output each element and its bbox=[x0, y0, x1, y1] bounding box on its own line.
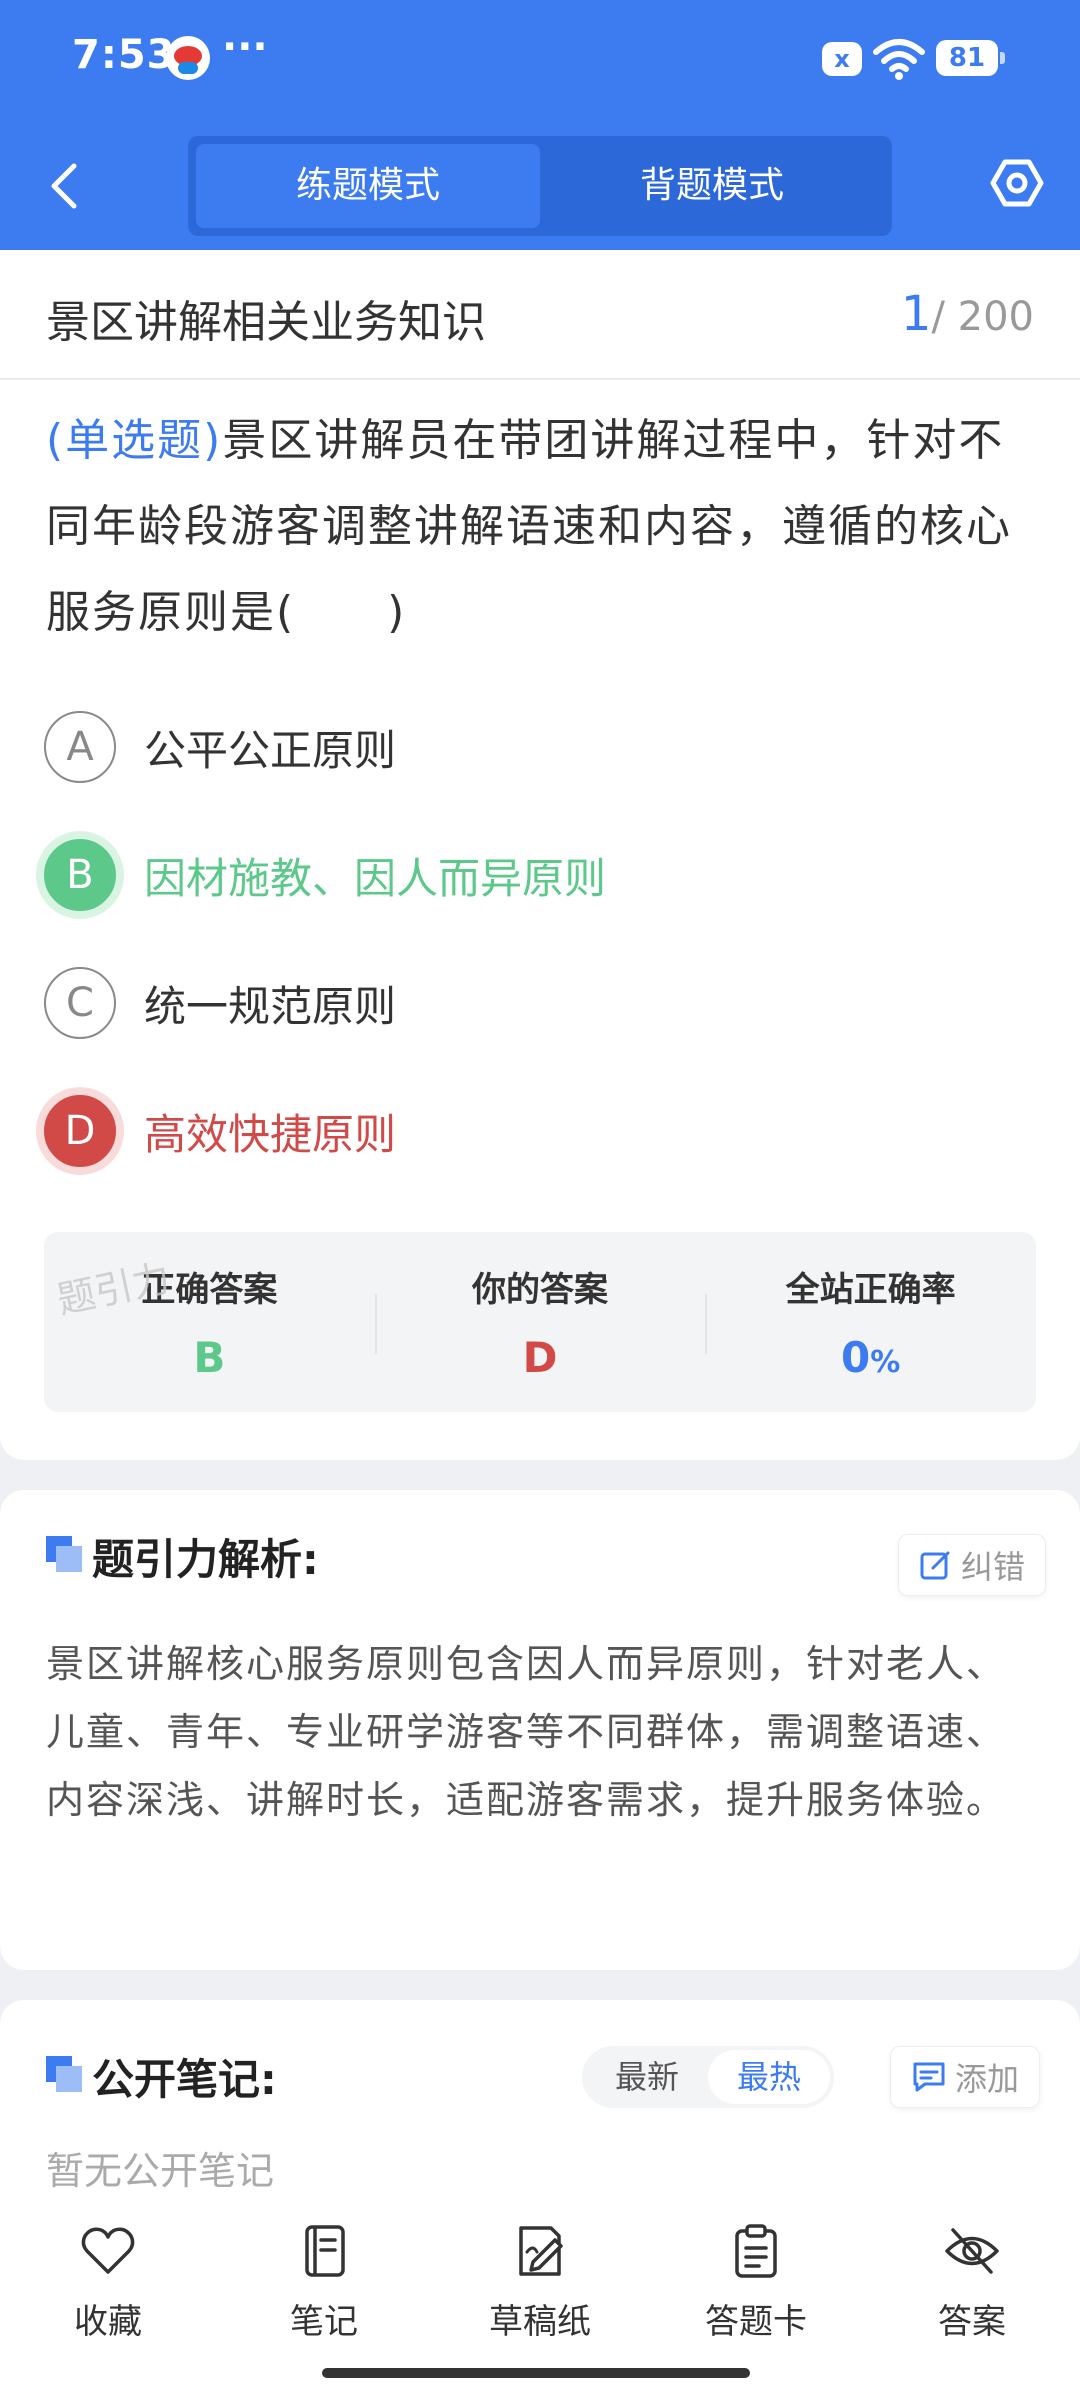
site-accuracy-number: 0 bbox=[841, 1333, 871, 1382]
status-time: 7:53 bbox=[72, 32, 176, 78]
option-text: 统一规范原则 bbox=[144, 981, 397, 1031]
mute-icon: x bbox=[822, 42, 862, 76]
option-text: 因材施教、因人而异原则 bbox=[144, 853, 607, 903]
clipboard-icon bbox=[735, 2224, 777, 2278]
eye-off-icon bbox=[945, 2228, 999, 2274]
notes-label: 笔记 bbox=[290, 2302, 358, 2342]
your-answer: 你的答案 D bbox=[374, 1232, 706, 1412]
status-bar: 7:53 ··· x 81 bbox=[0, 0, 1080, 120]
home-indicator[interactable] bbox=[322, 2368, 750, 2378]
answer-toggle-label: 答案 bbox=[938, 2302, 1006, 2342]
question-type: (单选题) bbox=[46, 415, 223, 466]
sort-hottest[interactable]: 最热 bbox=[708, 2050, 830, 2104]
option-b[interactable]: B 因材施教、因人而异原则 bbox=[44, 838, 944, 912]
option-letter: A bbox=[44, 711, 116, 783]
site-accuracy-unit: % bbox=[870, 1345, 901, 1380]
option-text: 高效快捷原则 bbox=[144, 1109, 397, 1159]
analysis-card: 题引力解析: 纠错 景区讲解核心服务原则包含因人而异原则，针对老人、儿童、青年、… bbox=[0, 1490, 1080, 1970]
back-button[interactable] bbox=[40, 158, 88, 214]
correct-answer-value: B bbox=[193, 1333, 226, 1382]
report-error-button[interactable]: 纠错 bbox=[898, 1534, 1047, 1596]
wifi-icon bbox=[872, 36, 926, 84]
section-squares-icon bbox=[46, 1536, 82, 1572]
option-text: 公平公正原则 bbox=[144, 725, 397, 775]
practice-mode-tab[interactable]: 练题模式 bbox=[196, 144, 540, 228]
site-accuracy-label: 全站正确率 bbox=[785, 1270, 956, 1310]
question-text: (单选题)景区讲解员在带团讲解过程中，针对不同年龄段游客调整讲解语速和内容，遵循… bbox=[46, 398, 1036, 656]
site-accuracy-value: 0% bbox=[705, 1333, 1036, 1382]
answer-toggle-tab[interactable]: 答案 bbox=[864, 2200, 1080, 2400]
mode-toggle: 练题模式 背题模式 bbox=[188, 136, 892, 236]
heart-icon bbox=[81, 2227, 135, 2274]
more-notifications-icon: ··· bbox=[222, 24, 268, 70]
battery-icon: 81 bbox=[936, 40, 1005, 76]
progress-total: / 200 bbox=[931, 294, 1034, 340]
your-answer-value: D bbox=[522, 1333, 558, 1382]
site-accuracy: 全站正确率 0% bbox=[705, 1232, 1036, 1412]
analysis-text: 景区讲解核心服务原则包含因人而异原则，针对老人、儿童、青年、专业研学游客等不同群… bbox=[46, 1642, 1007, 1822]
report-error-label: 纠错 bbox=[961, 1548, 1026, 1586]
correct-answer: 正确答案 B bbox=[44, 1232, 375, 1412]
edit-icon bbox=[920, 1551, 950, 1580]
section-squares-icon bbox=[46, 2056, 82, 2092]
favorite-tab[interactable]: 收藏 bbox=[0, 2200, 216, 2400]
empty-notes-text: 暂无公开笔记 bbox=[46, 2149, 275, 2193]
answer-card-label: 答题卡 bbox=[705, 2302, 807, 2342]
app-header: 7:53 ··· x 81 练题模式 背题模式 bbox=[0, 0, 1080, 250]
section-title: 景区讲解相关业务知识 bbox=[46, 297, 486, 348]
option-letter: D bbox=[44, 1095, 116, 1167]
option-letter: C bbox=[44, 967, 116, 1039]
question-progress: 1/ 200 bbox=[901, 286, 1034, 342]
draft-label: 草稿纸 bbox=[489, 2302, 591, 2342]
progress-current: 1 bbox=[900, 286, 932, 342]
answer-summary: 正确答案 B 你的答案 D 全站正确率 0% bbox=[44, 1232, 1036, 1412]
analysis-title: 题引力解析: bbox=[92, 1535, 319, 1584]
settings-hex-icon bbox=[990, 159, 1044, 207]
option-c[interactable]: C 统一规范原则 bbox=[44, 966, 944, 1040]
option-d[interactable]: D 高效快捷原则 bbox=[44, 1094, 944, 1168]
settings-button[interactable] bbox=[990, 156, 1044, 210]
notes-sort-toggle: 最新 最热 bbox=[582, 2046, 834, 2108]
add-note-label: 添加 bbox=[955, 2060, 1020, 2098]
app-notification-icon bbox=[166, 36, 210, 80]
notebook-icon bbox=[305, 2225, 345, 2277]
option-a[interactable]: A 公平公正原则 bbox=[44, 710, 944, 784]
notes-title: 公开笔记: bbox=[92, 2055, 277, 2104]
chevron-left-icon bbox=[51, 163, 77, 209]
your-answer-label: 你的答案 bbox=[472, 1270, 608, 1310]
question-title-row: 景区讲解相关业务知识 1/ 200 bbox=[0, 250, 1080, 380]
add-note-button[interactable]: 添加 bbox=[890, 2046, 1041, 2108]
favorite-label: 收藏 bbox=[74, 2302, 142, 2342]
sort-newest[interactable]: 最新 bbox=[586, 2050, 708, 2104]
comment-icon bbox=[913, 2062, 945, 2092]
question-card: 景区讲解相关业务知识 1/ 200 (单选题)景区讲解员在带团讲解过程中，针对不… bbox=[0, 250, 1080, 1460]
memorize-mode-tab[interactable]: 背题模式 bbox=[540, 144, 884, 228]
option-letter: B bbox=[44, 839, 116, 911]
draft-pen-icon bbox=[519, 2226, 563, 2276]
